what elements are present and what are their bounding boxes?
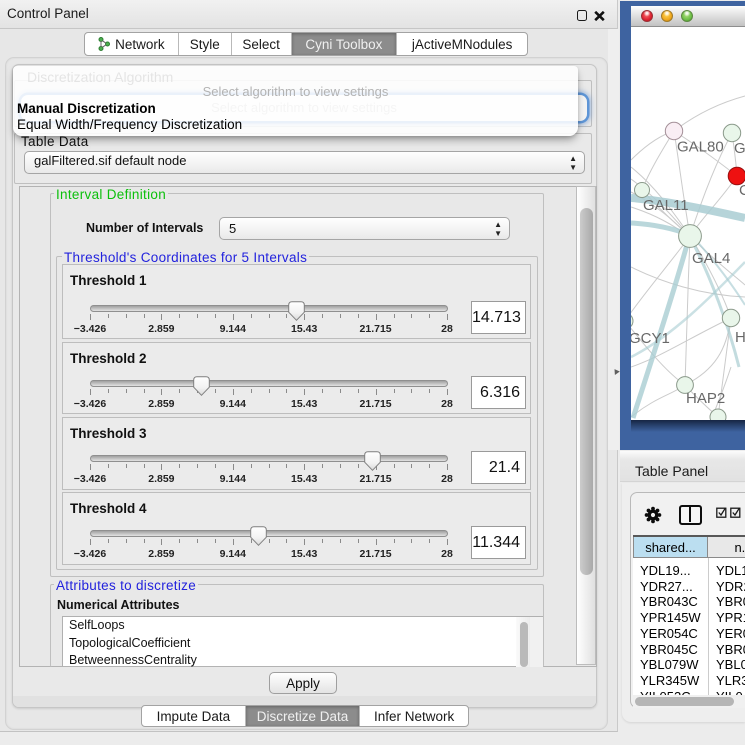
svg-text:GA: GA [734,140,745,157]
svg-text:GCY1: GCY1 [631,330,670,347]
svg-text:GAL80: GAL80 [677,139,724,156]
svg-text:H: H [735,329,745,346]
svg-text:GAL11: GAL11 [643,197,689,214]
svg-text:C: C [739,182,745,199]
svg-text:GAL4: GAL4 [692,250,730,267]
svg-text:HAP2: HAP2 [686,390,725,407]
